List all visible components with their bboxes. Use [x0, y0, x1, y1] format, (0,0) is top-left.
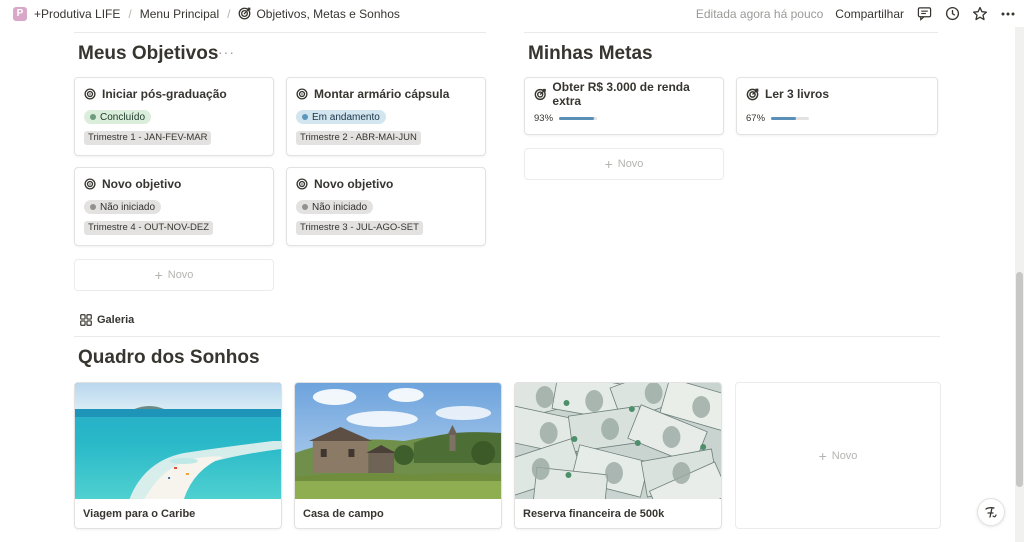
breadcrumb-current[interactable]: Objetivos, Metas e Sonhos — [238, 6, 400, 21]
dream-card[interactable]: Casa de campo — [294, 382, 502, 529]
grid-icon — [80, 314, 92, 326]
status-text: Concluído — [100, 111, 146, 123]
status-badge: Não iniciado — [296, 200, 374, 214]
new-dream-button[interactable]: + Novo — [735, 382, 941, 529]
divider — [74, 336, 940, 337]
quarter-tag: Trimestre 2 - ABR-MAI-JUN — [296, 131, 421, 145]
target-icon — [746, 88, 759, 100]
new-objective-label: Novo — [167, 269, 194, 281]
ai-assistant-icon — [985, 507, 997, 518]
divider — [524, 32, 938, 33]
status-dot — [90, 114, 96, 120]
target-icon — [296, 88, 308, 100]
objective-card[interactable]: Iniciar pós-graduação Concluído Trimestr… — [74, 77, 274, 156]
breadcrumb-workspace[interactable]: +Produtiva LIFE — [34, 7, 120, 21]
goal-card-title: Obter R$ 3.000 de renda extra — [534, 80, 714, 108]
new-objective-button[interactable]: + Novo — [74, 259, 274, 291]
status-dot — [302, 114, 308, 120]
status-badge: Em andamento — [296, 110, 386, 124]
favorite-star-icon[interactable] — [972, 6, 988, 22]
progress-bar-fill — [559, 117, 595, 120]
comments-icon[interactable] — [916, 6, 932, 22]
help-button[interactable] — [977, 498, 1005, 526]
objective-title-text: Novo objetivo — [102, 177, 182, 191]
history-clock-icon[interactable] — [944, 6, 960, 22]
scrollbar[interactable] — [1015, 27, 1024, 542]
quarter-tag: Trimestre 4 - OUT-NOV-DEZ — [84, 221, 214, 235]
objective-title-text: Novo objetivo — [314, 177, 394, 191]
goal-progress: 93% — [534, 113, 714, 124]
share-button[interactable]: Compartilhar — [835, 7, 904, 21]
goal-card[interactable]: Ler 3 livros 67% — [736, 77, 938, 135]
breadcrumb-separator: / — [227, 6, 231, 21]
new-goal-button[interactable]: + Novo — [524, 148, 724, 180]
dollar-bills-image — [515, 383, 721, 499]
status-badge: Concluído — [84, 110, 152, 124]
objective-card-title: Novo objetivo — [296, 176, 476, 192]
status-dot — [90, 204, 96, 210]
dreams-title: Quadro dos Sonhos — [78, 347, 260, 368]
target-icon — [84, 178, 96, 190]
dream-card[interactable]: Viagem para o Caribe — [74, 382, 282, 529]
new-dream-label: Novo — [831, 449, 858, 462]
target-icon — [239, 7, 251, 20]
target-icon — [534, 88, 546, 100]
caribbean-beach-image — [75, 383, 281, 499]
goal-progress-label: 67% — [746, 113, 766, 124]
dream-card-title: Casa de campo — [303, 508, 384, 520]
objective-card-title: Novo objetivo — [84, 176, 264, 192]
objective-title-text: Montar armário cápsula — [314, 87, 450, 101]
quarter-tag: Trimestre 3 - JUL-AGO-SET — [296, 221, 423, 235]
quarter-tag: Trimestre 1 - JAN-FEV-MAR — [84, 131, 212, 145]
goal-card-title: Ler 3 livros — [746, 86, 928, 102]
objective-card-title: Montar armário cápsula — [296, 86, 476, 102]
dream-card-title: Reserva financeira de 500k — [523, 508, 665, 520]
goal-progress-label: 93% — [534, 113, 554, 124]
goal-title-text: Ler 3 livros — [765, 87, 830, 101]
goals-title: Minhas Metas — [528, 43, 653, 64]
breadcrumb-parent[interactable]: Menu Principal — [140, 7, 219, 21]
scrollbar-thumb[interactable] — [1016, 272, 1023, 487]
plus-icon: + — [604, 156, 613, 172]
breadcrumb-current-label: Objetivos, Metas e Sonhos — [256, 6, 400, 21]
progress-bar — [559, 117, 598, 120]
divider — [74, 32, 486, 33]
new-goal-label: Novo — [617, 158, 644, 170]
tab-gallery[interactable]: Galeria — [80, 314, 134, 326]
status-dot — [302, 204, 308, 210]
progress-bar-fill — [771, 117, 797, 120]
target-icon — [84, 88, 96, 100]
workspace-icon[interactable]: P — [13, 6, 27, 21]
dream-card-title: Viagem para o Caribe — [83, 508, 196, 520]
objective-card[interactable]: Montar armário cápsula Em andamento Trim… — [286, 77, 486, 156]
breadcrumb-separator: / — [128, 6, 132, 21]
status-text: Não iniciado — [312, 201, 368, 213]
goal-card[interactable]: Obter R$ 3.000 de renda extra 93% — [524, 77, 724, 135]
more-options-icon[interactable] — [1000, 6, 1016, 22]
dream-card[interactable]: Reserva financeira de 500k — [514, 382, 722, 529]
plus-icon: + — [154, 267, 163, 283]
objective-card-title: Iniciar pós-graduação — [84, 86, 264, 102]
status-badge: Não iniciado — [84, 200, 162, 214]
status-text: Não iniciado — [100, 201, 156, 213]
top-bar: P +Produtiva LIFE / Menu Principal / Obj… — [0, 0, 1024, 27]
objective-title-text: Iniciar pós-graduação — [102, 87, 227, 101]
edited-status: Editada agora há pouco — [695, 6, 824, 21]
goal-progress: 67% — [746, 113, 928, 124]
goal-title-text: Obter R$ 3.000 de renda extra — [552, 80, 690, 108]
target-icon — [296, 178, 308, 190]
plus-icon: + — [818, 447, 827, 464]
progress-bar — [771, 117, 810, 120]
country-house-image — [295, 383, 501, 499]
objective-card[interactable]: Novo objetivo Não iniciado Trimestre 3 -… — [286, 167, 486, 246]
tab-gallery-label: Galeria — [97, 314, 135, 326]
objective-card[interactable]: Novo objetivo Não iniciado Trimestre 4 -… — [74, 167, 274, 246]
objectives-more-button[interactable]: ··· — [218, 44, 235, 60]
objectives-title: Meus Objetivos — [78, 43, 219, 64]
status-text: Em andamento — [312, 111, 380, 123]
